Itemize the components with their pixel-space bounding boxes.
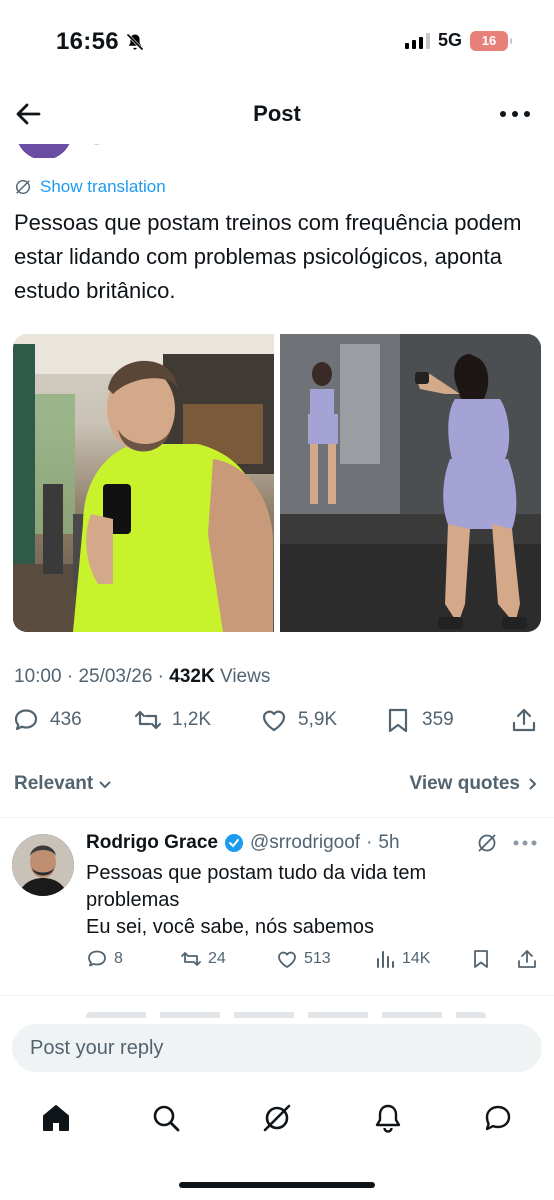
reply-repost-count: 24 [208, 950, 226, 967]
engagement-bar: 436 1,2K 5,9K 359 [12, 706, 542, 746]
reply-like-count: 513 [304, 950, 331, 967]
views-icon [377, 951, 394, 968]
battery-icon: 16 [470, 30, 512, 51]
reply-count: 436 [50, 709, 82, 730]
post-date: 25/03/26 [78, 666, 153, 687]
view-quotes-link[interactable]: View quotes [409, 773, 540, 795]
repost-count: 1,2K [172, 709, 212, 730]
bookmark-button[interactable]: 359 [384, 706, 454, 734]
home-indicator [179, 1182, 375, 1188]
messages-icon [485, 1105, 511, 1131]
page-title: Post [253, 101, 301, 126]
repost-icon [181, 952, 201, 966]
show-translation-link[interactable]: Show translation [14, 177, 166, 197]
sort-label: Relevant [14, 773, 94, 794]
divider [0, 995, 554, 996]
share-icon [518, 950, 536, 968]
bookmark-icon [388, 708, 408, 733]
status-time: 16:56 [56, 28, 145, 56]
post-text: Pessoas que postam treinos com frequênci… [14, 210, 522, 303]
bell-off-icon [126, 33, 144, 51]
reply-line-2: problemas [86, 889, 180, 911]
reply-like-button[interactable]: 513 [276, 948, 331, 970]
reply-bookmark-button[interactable] [470, 948, 492, 970]
reply-engagement-bar: 8 24 513 14K [86, 948, 542, 978]
more-icon[interactable] [512, 839, 538, 847]
like-button[interactable]: 5,9K [260, 706, 337, 734]
verified-icon [224, 834, 243, 852]
show-translation-label: Show translation [40, 177, 166, 196]
views-label: Views [220, 666, 271, 687]
avatar[interactable] [12, 834, 74, 896]
reply-item[interactable]: Rodrigo Grace @srrodrigoof · 5h Pessoas … [0, 818, 554, 994]
reply-reply-count: 8 [114, 950, 123, 967]
photo-woman-gym-mirror[interactable] [280, 334, 541, 632]
sort-dropdown[interactable]: Relevant [14, 773, 113, 795]
dot-separator: · [366, 832, 373, 853]
reply-line-1: Pessoas que postam tudo da vida tem [86, 862, 427, 884]
post-meta: 10:00 · 25/03/26 · 432K Views [14, 666, 271, 687]
time-text: 16:56 [56, 28, 119, 55]
tab-notifications[interactable] [370, 1100, 406, 1136]
battery-level: 16 [481, 33, 497, 48]
like-count: 5,9K [298, 709, 338, 730]
reply-repost-button[interactable]: 24 [180, 948, 226, 970]
notifications-icon [375, 1104, 401, 1133]
repost-icon [134, 710, 162, 730]
post-time: 10:00 [14, 666, 62, 687]
reply-share-button[interactable] [516, 948, 538, 970]
chevron-down-icon [99, 781, 111, 789]
reply-views-button[interactable]: 14K [374, 948, 430, 970]
share-icon [512, 708, 536, 732]
status-indicators: 5G 16 [404, 30, 512, 51]
like-icon [262, 710, 286, 732]
top-nav: Post [0, 84, 554, 144]
reply-header: Rodrigo Grace @srrodrigoof · 5h [86, 832, 400, 854]
reply-text: Pessoas que postam tudo da vida tem prob… [86, 860, 526, 941]
more-icon[interactable] [500, 102, 530, 126]
status-bar: 16:56 5G 16 [0, 0, 554, 84]
view-quotes-label: View quotes [409, 773, 520, 794]
tab-search[interactable] [148, 1100, 184, 1136]
reply-icon [14, 709, 38, 731]
reply-top-actions [476, 832, 538, 854]
reply-time: 5h [378, 832, 400, 853]
bookmark-count: 359 [422, 709, 454, 730]
grok-icon [263, 1104, 291, 1132]
reply-button[interactable]: 436 [12, 706, 82, 734]
home-icon [43, 1105, 69, 1131]
tab-home[interactable] [38, 1100, 74, 1136]
reply-author-name[interactable]: Rodrigo Grace [86, 832, 218, 854]
search-icon [153, 1105, 180, 1132]
bottom-tab-bar [0, 1088, 554, 1148]
post-media[interactable] [13, 334, 541, 632]
signal-icon [404, 32, 430, 49]
reply-input[interactable] [12, 1024, 542, 1072]
chevron-right-icon [529, 778, 537, 790]
reply-author-handle[interactable]: @srrodrigoof [250, 832, 360, 854]
reply-views-count: 14K [402, 950, 431, 967]
reply-line-3: Eu sei, você sabe, nós sabemos [86, 916, 374, 938]
grok-icon[interactable] [476, 832, 498, 854]
photo-man-mirror-selfie[interactable] [13, 334, 274, 632]
repost-button[interactable]: 1,2K [134, 706, 211, 734]
tab-messages[interactable] [480, 1100, 516, 1136]
views-count: 432K [169, 666, 215, 687]
like-icon [278, 951, 296, 968]
network-type: 5G [437, 30, 462, 50]
tab-grok[interactable] [259, 1100, 295, 1136]
share-button[interactable] [510, 706, 538, 734]
next-reply-peek [0, 1004, 554, 1018]
reply-filter-row: Relevant View quotes [14, 770, 540, 798]
translate-icon [15, 179, 31, 195]
reply-reply-button[interactable]: 8 [86, 948, 123, 970]
bookmark-icon [474, 950, 488, 968]
reply-icon [88, 950, 106, 967]
